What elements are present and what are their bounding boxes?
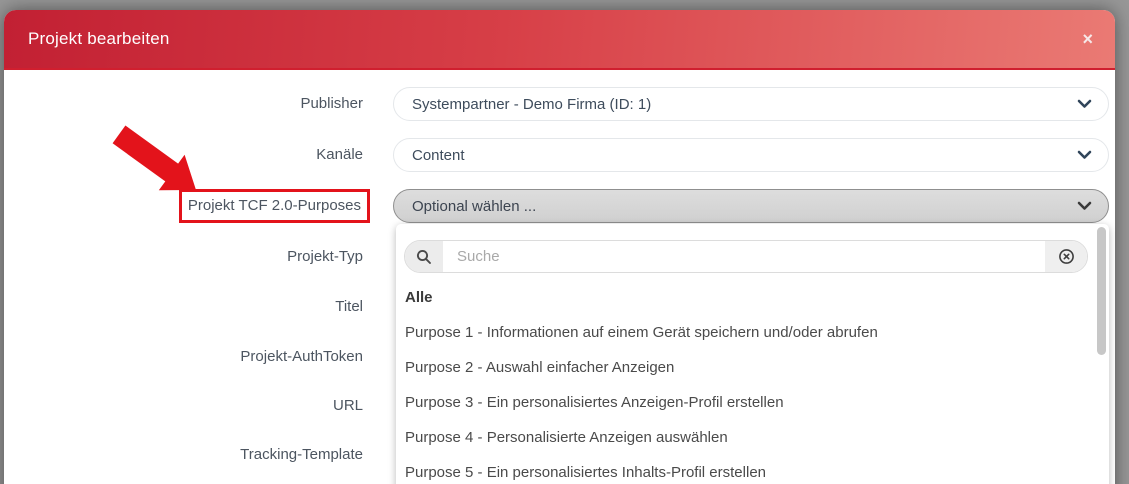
kanaele-select-value: Content (412, 147, 465, 164)
chevron-down-icon (1077, 99, 1092, 109)
annotation-highlight-box: Projekt TCF 2.0-Purposes (179, 189, 370, 223)
field-label-titel: Titel (40, 290, 363, 324)
dropdown-option-purpose-1[interactable]: Purpose 1 - Informationen auf einem Gerä… (396, 315, 1088, 350)
field-label-authtoken: Projekt-AuthToken (40, 340, 363, 374)
edit-project-modal: Projekt bearbeiten × Publisher Kanäle Pr… (4, 10, 1115, 484)
dropdown-search-bar (404, 240, 1088, 273)
publisher-select-value: Systempartner - Demo Firma (ID: 1) (412, 96, 651, 113)
dropdown-option-alle[interactable]: Alle (396, 280, 1088, 315)
tcf-purposes-select[interactable]: Optional wählen ... (393, 189, 1109, 223)
field-label-projekt-typ: Projekt-Typ (40, 240, 363, 274)
close-icon[interactable]: × (1082, 10, 1093, 68)
page-background: { "window": { "title": "Projekt bearbeit… (0, 0, 1129, 484)
modal-header: Projekt bearbeiten × (4, 10, 1115, 70)
publisher-select[interactable]: Systempartner - Demo Firma (ID: 1) (393, 87, 1109, 121)
field-label-url: URL (40, 389, 363, 423)
dropdown-option-purpose-3[interactable]: Purpose 3 - Ein personalisiertes Anzeige… (396, 385, 1088, 420)
chevron-down-icon (1077, 201, 1092, 211)
clear-search-icon[interactable] (1045, 241, 1087, 272)
search-input[interactable] (443, 241, 1045, 272)
tcf-purposes-select-value: Optional wählen ... (412, 198, 536, 215)
search-icon (405, 241, 443, 272)
chevron-down-icon (1077, 150, 1092, 160)
kanaele-select[interactable]: Content (393, 138, 1109, 172)
dropdown-option-purpose-5[interactable]: Purpose 5 - Ein personalisiertes Inhalts… (396, 455, 1088, 484)
dropdown-options-list: Alle Purpose 1 - Informationen auf einem… (396, 280, 1088, 484)
dropdown-scrollbar-track[interactable] (1097, 227, 1106, 484)
field-label-tcf-purposes: Projekt TCF 2.0-Purposes (40, 189, 363, 223)
purposes-dropdown-panel: Alle Purpose 1 - Informationen auf einem… (396, 224, 1109, 484)
field-label-publisher: Publisher (40, 87, 363, 121)
modal-title: Projekt bearbeiten (28, 10, 170, 68)
field-label-tracking-template: Tracking-Template (40, 438, 363, 472)
dropdown-option-purpose-4[interactable]: Purpose 4 - Personalisierte Anzeigen aus… (396, 420, 1088, 455)
dropdown-option-purpose-2[interactable]: Purpose 2 - Auswahl einfacher Anzeigen (396, 350, 1088, 385)
dropdown-scrollbar-thumb[interactable] (1097, 227, 1106, 355)
field-label-kanaele: Kanäle (40, 138, 363, 172)
